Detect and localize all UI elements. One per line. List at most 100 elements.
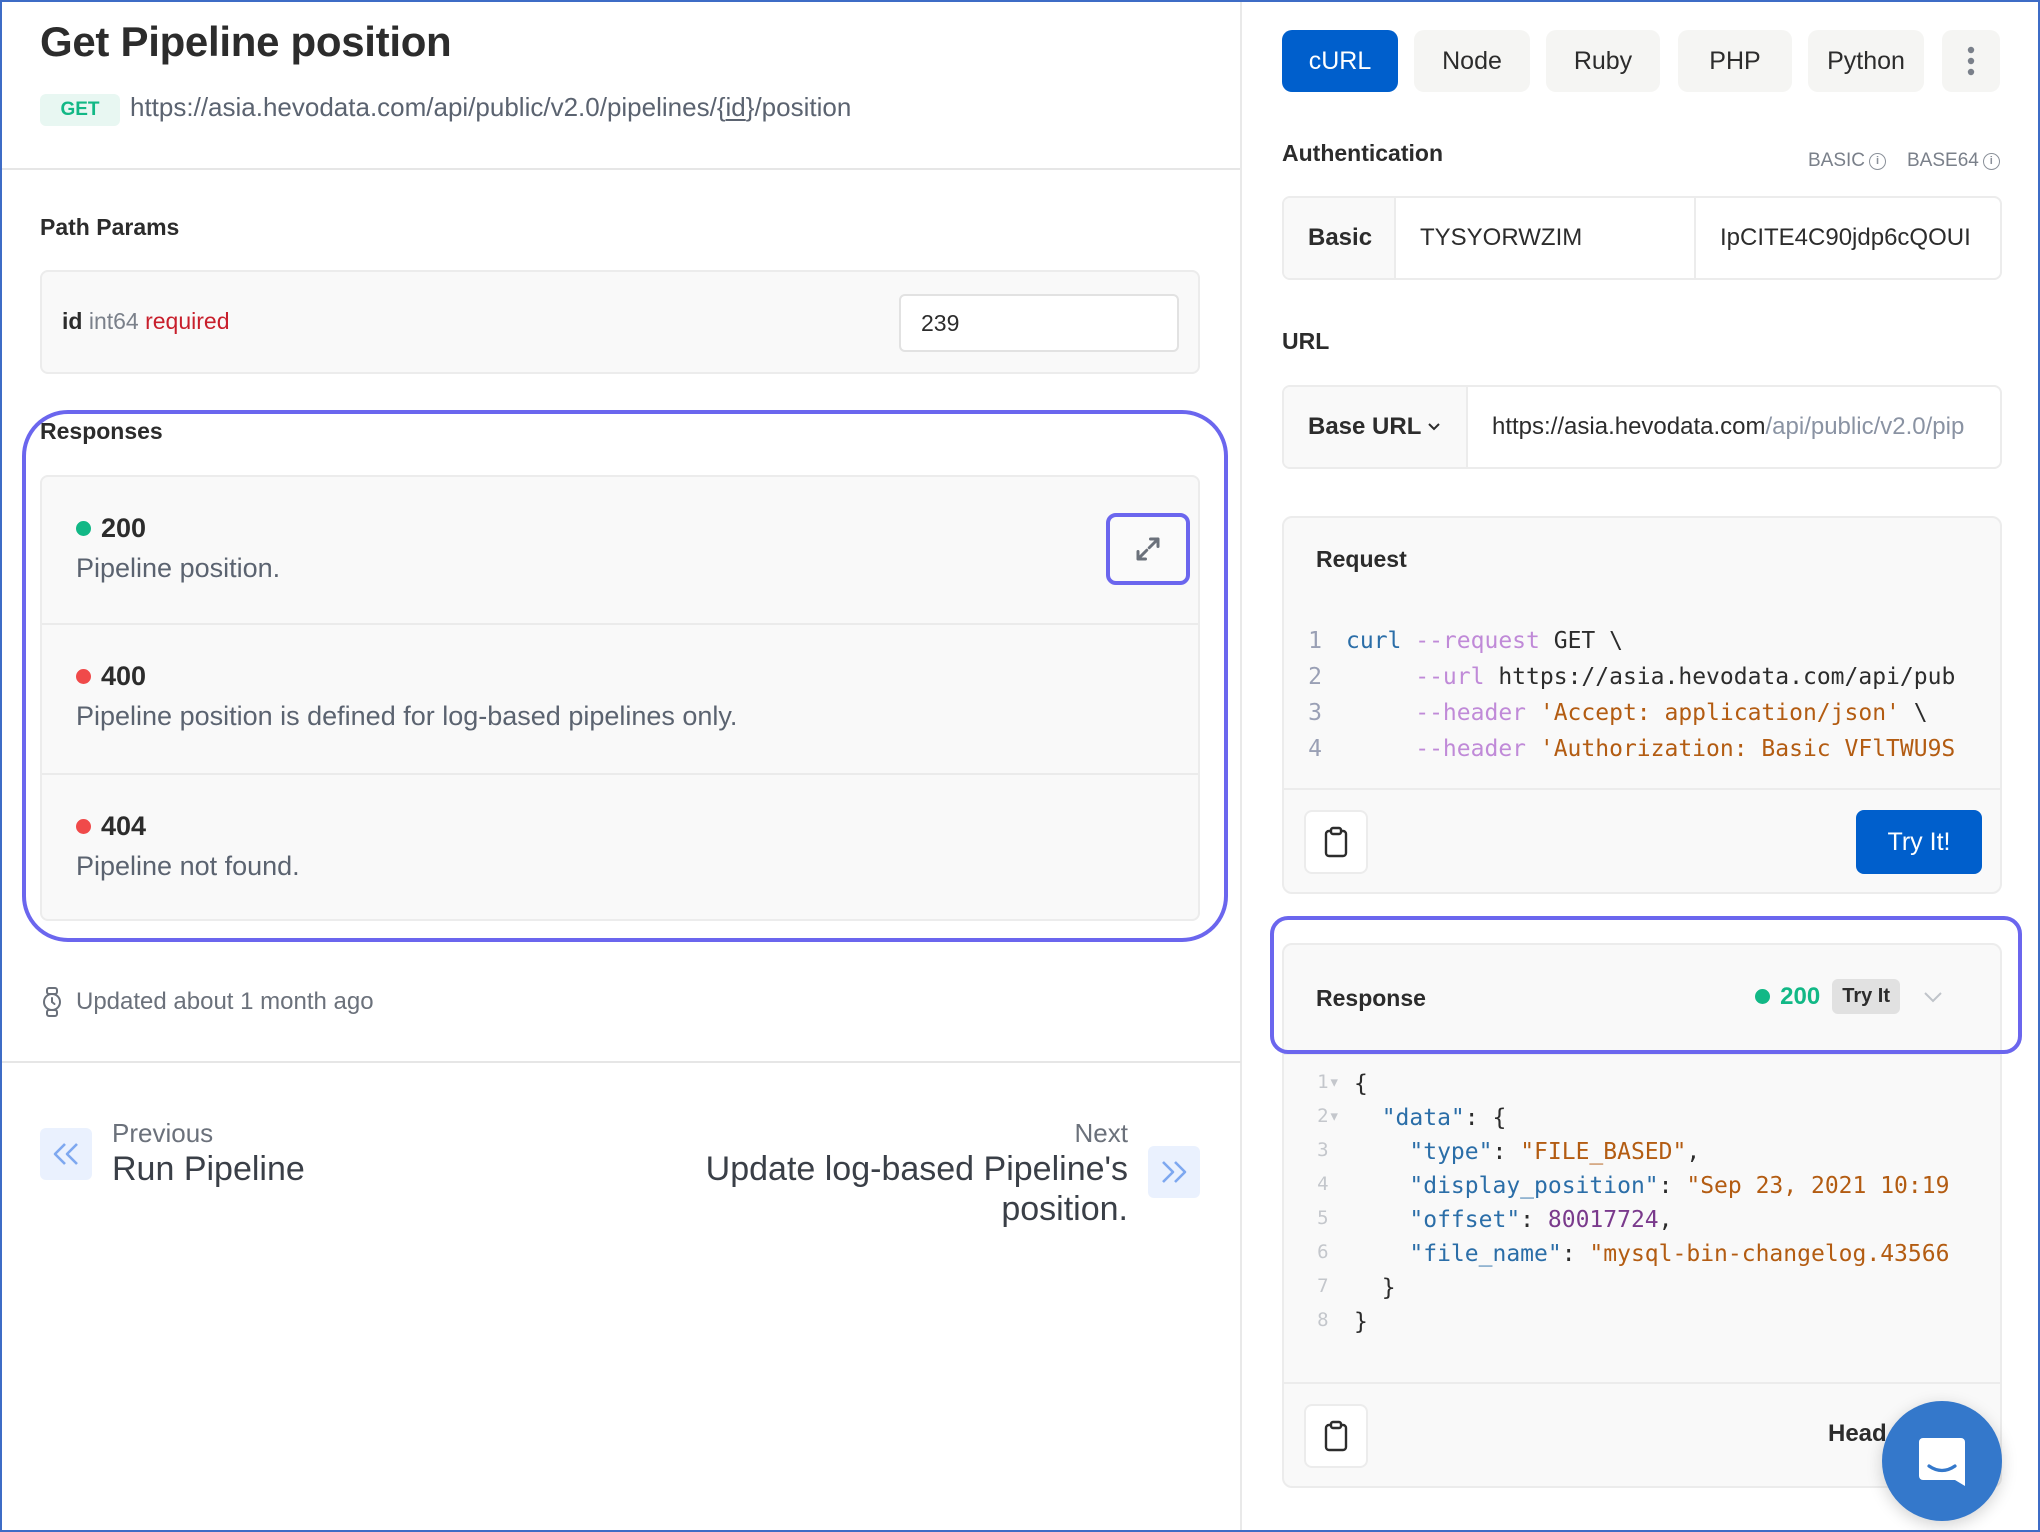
code-token: {	[1354, 1071, 1368, 1097]
request-card: Request 1 curl --request GET \ 2 --url htt…	[1282, 516, 2002, 894]
auth-hint-base64[interactable]: BASE64 i	[1907, 150, 2000, 172]
code-token: ,	[1686, 1139, 1701, 1165]
response-code-text: 404	[101, 811, 147, 841]
response-code: 200	[76, 513, 146, 544]
code-token: }	[1354, 1309, 1368, 1335]
code-token: https://asia.hevodata.com/api/pub	[1484, 664, 1956, 690]
tab-node[interactable]: Node	[1414, 30, 1530, 92]
param-name: id	[62, 308, 83, 334]
tab-curl[interactable]: cURL	[1282, 30, 1398, 92]
response-item-404[interactable]: 404 Pipeline not found.	[42, 775, 1198, 919]
base-url-path: /api/public/v2.0/pip	[1765, 413, 1965, 440]
chevron-down-icon[interactable]	[1922, 990, 1944, 1004]
code-text: curl --request GET \	[1346, 628, 1623, 664]
code-token: :	[1658, 1173, 1687, 1199]
code-token: :	[1520, 1207, 1548, 1233]
chevron-down-icon	[1428, 423, 1441, 431]
expand-button[interactable]	[1106, 513, 1190, 585]
authentication-label: Authentication	[1282, 140, 1443, 166]
more-languages-button[interactable]	[1942, 30, 2000, 92]
code-text: "display_position": "Sep 23, 2021 10:19	[1354, 1173, 1949, 1209]
previous-button[interactable]	[40, 1128, 92, 1180]
next-title-line2[interactable]: position.	[706, 1189, 1128, 1229]
response-headers-label[interactable]: Head	[1828, 1420, 1887, 1448]
code-token: "mysql-bin-changelog.43566	[1589, 1241, 1950, 1267]
line-number: 3	[1308, 700, 1322, 726]
code-text: }	[1354, 1309, 1368, 1345]
line-number: 8	[1317, 1309, 1340, 1331]
auth-username-input[interactable]	[1396, 224, 1694, 252]
response-status: 200 Try It	[1755, 979, 1944, 1014]
code-line: 3 --header 'Accept: application/json' \	[1284, 700, 1927, 736]
line-number: 1▾	[1317, 1071, 1340, 1093]
code-token: 'Accept: application/json'	[1526, 700, 1900, 726]
chat-icon	[1919, 1438, 1965, 1486]
clipboard-icon	[1324, 826, 1348, 858]
code-token: "type"	[1354, 1139, 1493, 1165]
chat-launcher-button[interactable]	[1882, 1401, 2002, 1521]
param-id-label: id int64 required	[62, 308, 230, 335]
code-token: 'Authorization: Basic VFlTWU9S	[1526, 736, 1956, 762]
line-number: 7	[1317, 1275, 1340, 1297]
base-url-dropdown[interactable]: Base URL	[1284, 387, 1468, 467]
page-title: Get Pipeline position	[40, 18, 452, 65]
status-dot-success	[1755, 989, 1771, 1004]
auth-hint-basic-text: BASIC	[1808, 150, 1866, 171]
param-required: required	[145, 308, 230, 334]
tab-php[interactable]: PHP	[1678, 30, 1792, 92]
url-label: URL	[1282, 328, 1330, 354]
response-description: Pipeline not found.	[76, 851, 300, 881]
footer-divider	[2, 1061, 1241, 1063]
info-icon: i	[1869, 152, 1887, 170]
copy-request-button[interactable]	[1304, 810, 1368, 874]
code-token: "file_name"	[1354, 1241, 1562, 1267]
path-params-label: Path Params	[40, 214, 180, 240]
next-button[interactable]	[1148, 1146, 1200, 1198]
responses-label: Responses	[40, 418, 163, 444]
url-value[interactable]: https://asia.hevodata.com/api/public/v2.…	[1468, 387, 2000, 467]
param-type: int64	[88, 308, 139, 334]
path-params-box: id int64 required	[40, 270, 1200, 374]
previous-page-link[interactable]: Previous Run Pipeline	[40, 1118, 305, 1189]
code-text: "offset": 80017724,	[1354, 1207, 1672, 1243]
code-line: 2▾ "data": {	[1284, 1105, 1506, 1141]
more-vertical-icon	[1967, 46, 1975, 76]
line-number: 6	[1317, 1241, 1340, 1263]
param-id-input[interactable]	[899, 294, 1179, 352]
code-token: :	[1492, 1139, 1521, 1165]
code-token: --header	[1346, 700, 1527, 726]
auth-hint-basic[interactable]: BASIC i	[1808, 150, 1887, 172]
code-token: curl	[1346, 628, 1402, 654]
auth-username-cell	[1396, 198, 1696, 278]
response-item-200[interactable]: 200 Pipeline position.	[42, 477, 1198, 625]
code-token: "data"	[1354, 1105, 1465, 1131]
tab-ruby[interactable]: Ruby	[1546, 30, 1660, 92]
code-line: 6 "file_name": "mysql-bin-changelog.4356…	[1284, 1241, 1949, 1277]
endpoint-url-suffix: /position	[754, 92, 852, 122]
next-page-link[interactable]: Next Update log-based Pipeline's positio…	[706, 1118, 1200, 1229]
auth-password-input[interactable]	[1696, 224, 2000, 252]
next-title-line1[interactable]: Update log-based Pipeline's	[706, 1149, 1128, 1189]
auth-hint-base64-text: BASE64	[1907, 150, 1979, 171]
tab-python[interactable]: Python	[1808, 30, 1924, 92]
response-header[interactable]: Response 200 Try It	[1284, 945, 2000, 1055]
try-it-button[interactable]: Try It!	[1856, 810, 1982, 874]
expand-icon	[1136, 537, 1160, 561]
line-number: 2▾	[1317, 1105, 1340, 1127]
response-status-code: 200	[1780, 982, 1821, 1010]
response-item-400[interactable]: 400 Pipeline position is defined for log…	[42, 625, 1198, 775]
code-line: 4 "display_position": "Sep 23, 2021 10:1…	[1284, 1173, 1949, 1209]
last-updated: Updated about 1 month ago	[40, 986, 374, 1018]
copy-response-button[interactable]	[1304, 1404, 1368, 1468]
code-token: "FILE_BASED"	[1520, 1139, 1687, 1165]
previous-title[interactable]: Run Pipeline	[112, 1149, 305, 1189]
clipboard-icon	[1324, 1420, 1348, 1452]
endpoint-url: https://asia.hevodata.com/api/public/v2.…	[130, 92, 851, 123]
endpoint-url-prefix: https://asia.hevodata.com/api/public/v2.…	[130, 92, 717, 122]
response-description: Pipeline position is defined for log-bas…	[76, 701, 738, 731]
previous-label: Previous	[112, 1118, 214, 1148]
response-title: Response	[1316, 985, 1426, 1011]
responses-list: 200 Pipeline position. 400 Pipeline posi…	[40, 475, 1200, 921]
status-dot-error	[76, 669, 91, 684]
code-text: --header 'Accept: application/json' \	[1346, 700, 1927, 736]
